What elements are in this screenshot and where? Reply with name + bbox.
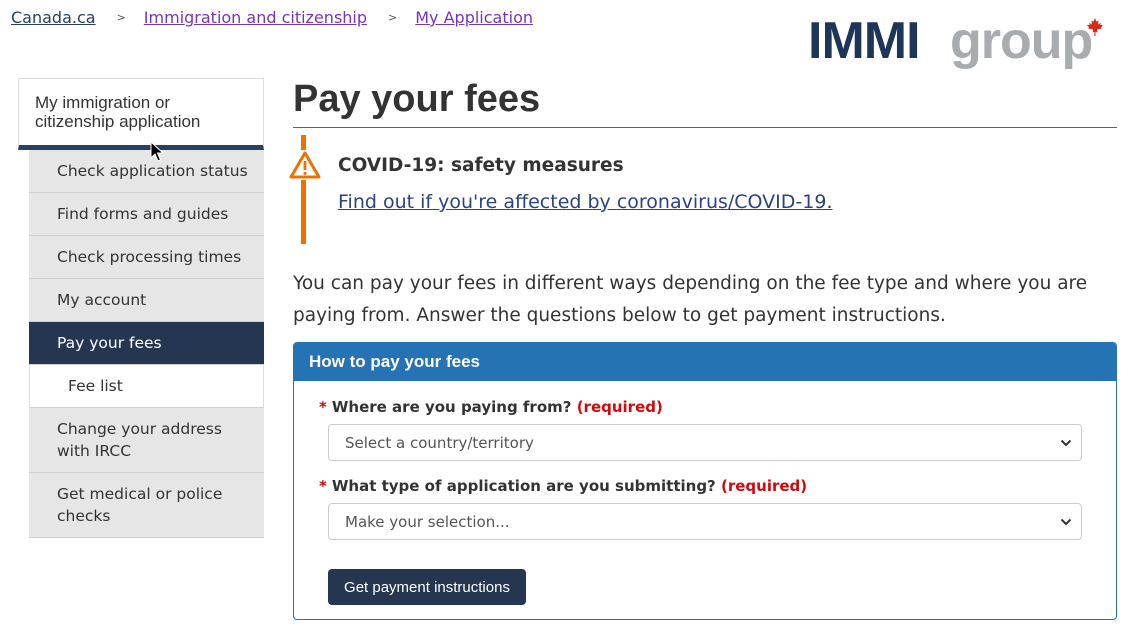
select-value: Select a country/territory [345,433,534,452]
mouse-cursor-icon [150,141,164,162]
sidebar-item-my-account[interactable]: My account [29,279,264,322]
warning-icon [288,150,322,180]
sidebar-menu: Check application status Find forms and … [29,150,264,538]
application-type-select[interactable]: Make your selection... [328,503,1082,540]
link-period: . [826,191,833,213]
required-star: * [319,477,327,495]
required-star: * [319,398,327,416]
payment-panel: How to pay your fees * Where are you payi… [293,342,1117,620]
question-text: What type of application are you submitt… [331,477,716,495]
sidebar-item-check-status[interactable]: Check application status [29,150,264,193]
breadcrumb-separator: > [388,11,398,24]
alert-title: COVID-19: safety measures [338,155,624,176]
covid-info-link-container: Find out if you're affected by coronavir… [338,191,833,213]
sidebar-item-change-address[interactable]: Change your address with IRCC [29,408,264,473]
sidebar-item-processing-times[interactable]: Check processing times [29,236,264,279]
select-value: Make your selection... [345,512,510,531]
sidebar-item-forms-guides[interactable]: Find forms and guides [29,193,264,236]
page-title: Pay your fees [293,78,541,120]
breadcrumb: Canada.ca > Immigration and citizenship … [11,8,533,27]
chevron-down-icon [1060,518,1072,526]
logo-text-group: group [950,12,1093,70]
maple-leaf-icon [1086,18,1104,36]
sidebar-item-medical-police[interactable]: Get medical or police checks [29,473,264,538]
country-select[interactable]: Select a country/territory [328,424,1082,461]
breadcrumb-home-link[interactable]: Canada.ca [11,8,96,27]
question-application-type-label: * What type of application are you submit… [319,477,807,495]
logo-text-immi: IMMI [808,12,921,70]
get-payment-instructions-button[interactable]: Get payment instructions [328,569,526,605]
title-divider [293,127,1117,128]
covid-info-link[interactable]: Find out if you're affected by coronavir… [338,191,826,213]
question-paying-from-label: * Where are you paying from? (required) [319,398,663,416]
sidebar-heading[interactable]: My immigration or citizenship applicatio… [18,78,264,150]
chevron-down-icon [1060,439,1072,447]
sidebar-item-fee-list[interactable]: Fee list [29,365,264,408]
immigroup-logo: IMMI group [808,12,1108,74]
panel-heading: How to pay your fees [294,343,1116,381]
breadcrumb-separator: > [116,11,126,24]
sidebar-nav: My immigration or citizenship applicatio… [18,78,264,538]
sidebar-item-pay-fees[interactable]: Pay your fees [29,322,264,365]
question-text: Where are you paying from? [331,398,572,416]
required-tag: (required) [721,477,808,495]
intro-paragraph: You can pay your fees in different ways … [293,273,1088,326]
required-tag: (required) [576,398,663,416]
breadcrumb-link-immigration[interactable]: Immigration and citizenship [144,8,367,27]
breadcrumb-link-my-application[interactable]: My Application [415,8,533,27]
